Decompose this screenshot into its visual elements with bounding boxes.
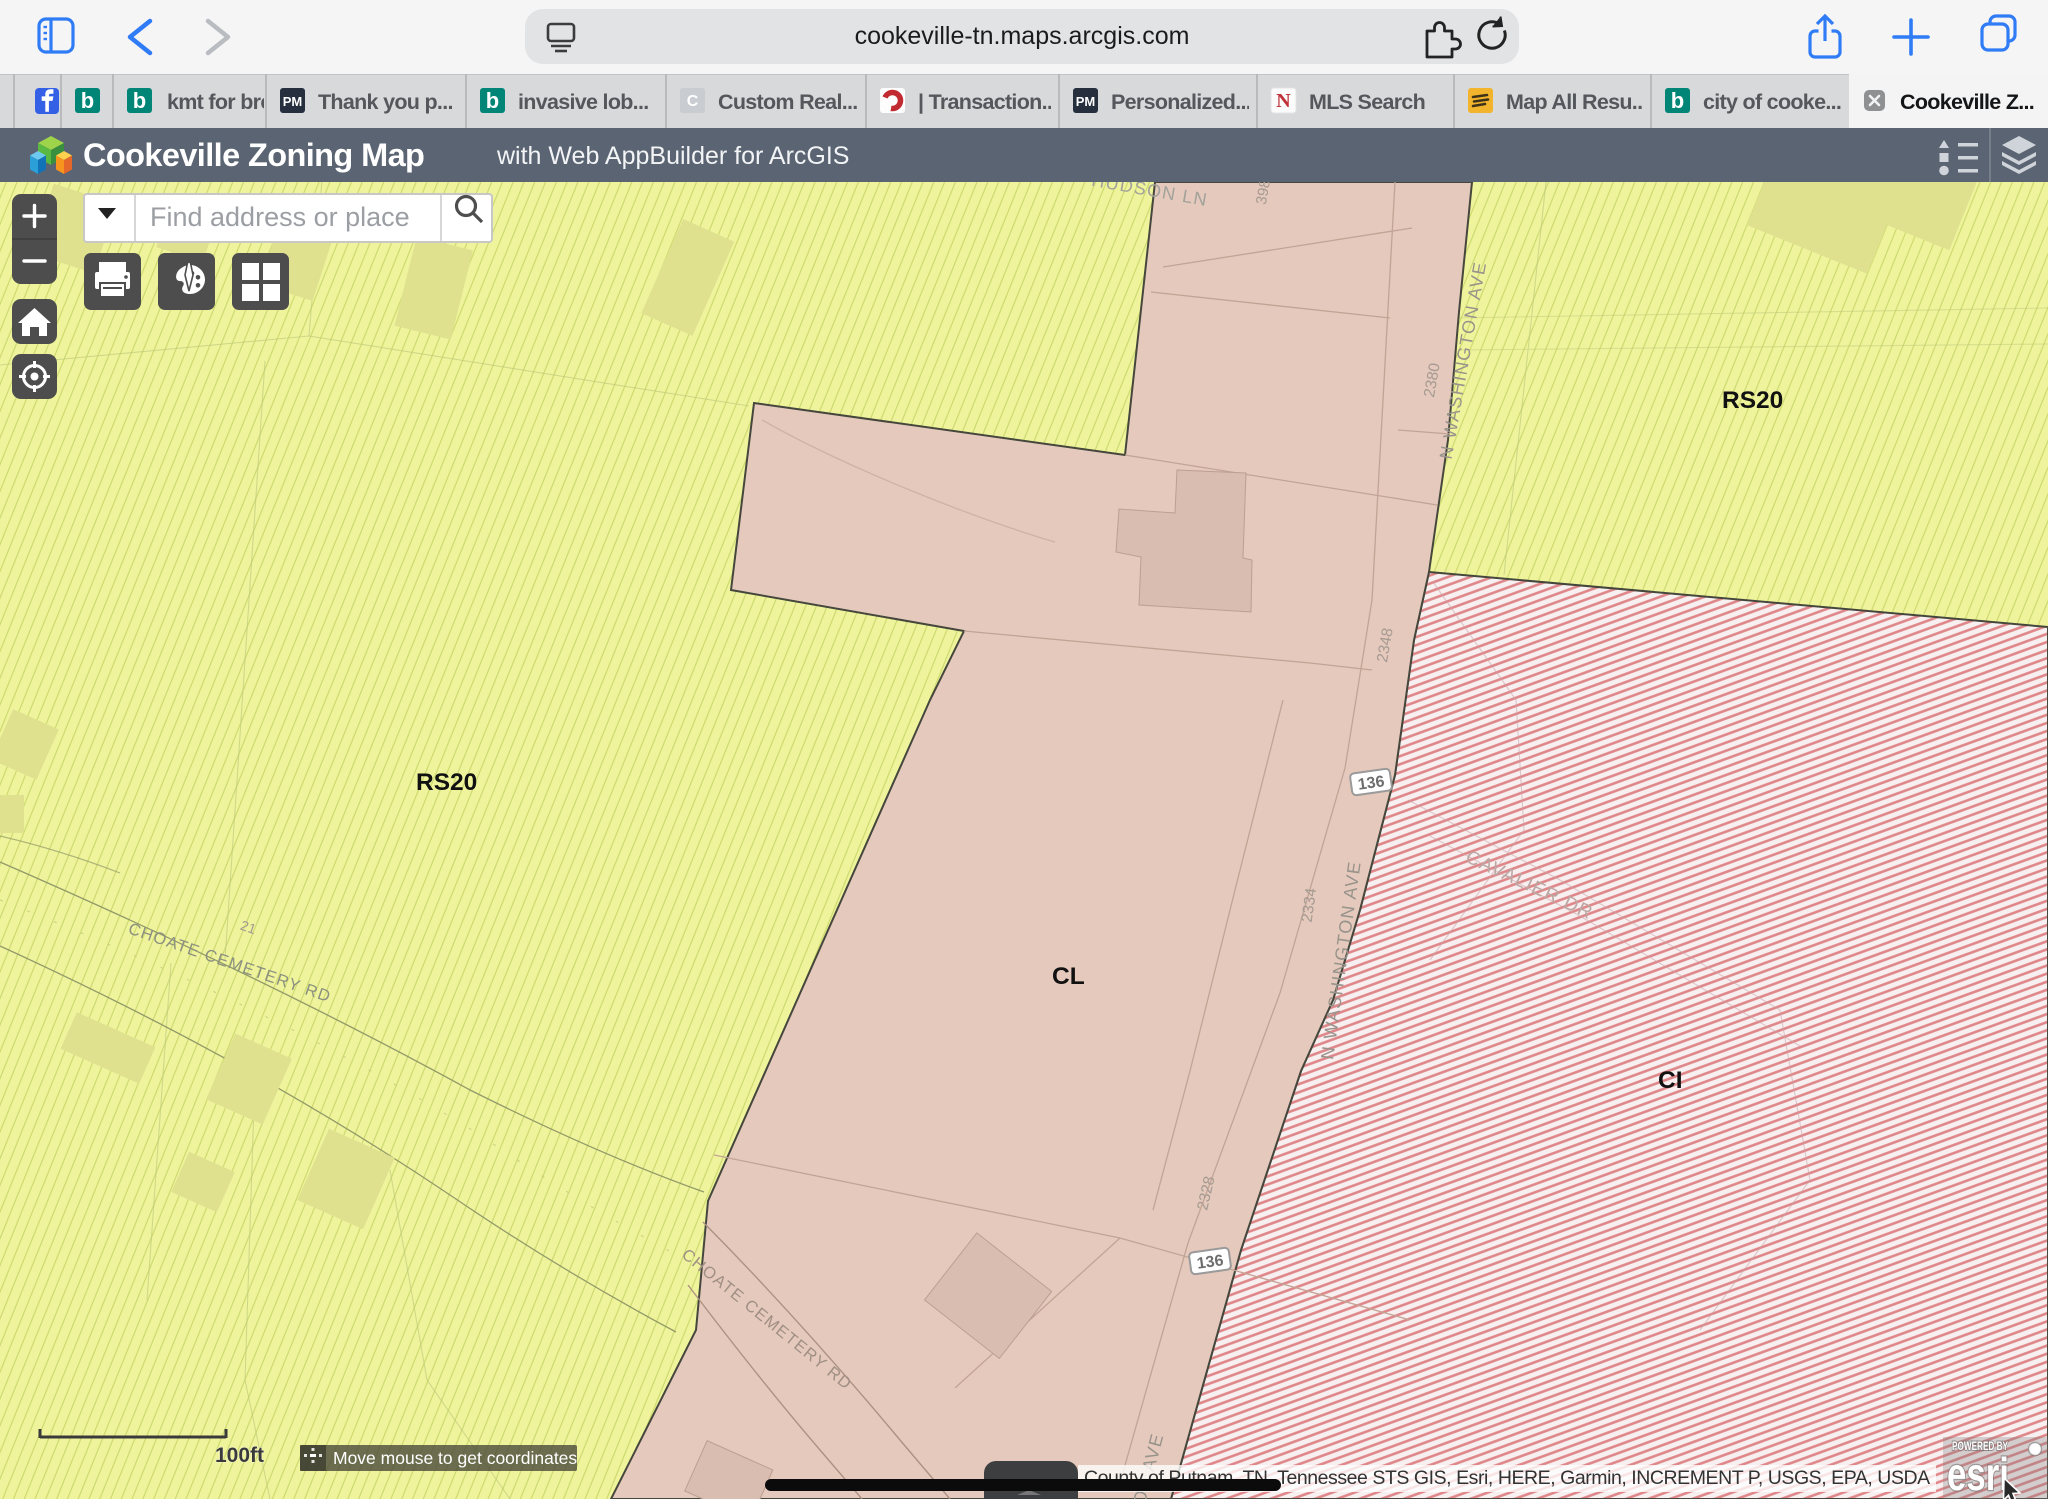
svg-text:N: N <box>1276 90 1291 112</box>
svg-text:100ft: 100ft <box>215 1444 264 1467</box>
svg-text:esri: esri <box>1947 1448 2009 1499</box>
svg-text:CL: CL <box>1052 963 1085 990</box>
svg-text:RS20: RS20 <box>1722 387 1783 414</box>
svg-text:C: C <box>687 93 699 110</box>
svg-text:RS20: RS20 <box>416 769 477 796</box>
svg-text:CI: CI <box>1658 1067 1683 1094</box>
svg-text:PM: PM <box>283 94 303 109</box>
svg-text:b: b <box>81 88 94 113</box>
